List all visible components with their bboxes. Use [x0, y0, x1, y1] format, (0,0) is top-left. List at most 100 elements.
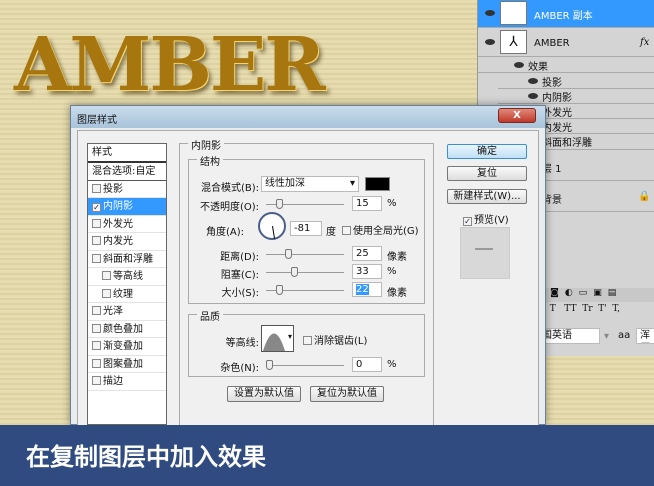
dialog-body: 样式 混合选项:自定 投影 ✓ 内阴影 外发光 内发光 斜面和浮雕 等高线 纹理 光泽 颜色叠加渐… — [77, 130, 539, 428]
style-checkbox[interactable] — [92, 306, 101, 315]
style-checkbox[interactable] — [102, 288, 111, 298]
effect-row[interactable]: 投影 — [498, 74, 654, 89]
new-style-button[interactable]: 新建样式(W)... — [447, 189, 527, 204]
unit: % — [387, 359, 397, 370]
chevron-down-icon[interactable]: ▾ — [604, 331, 609, 342]
close-button[interactable]: X — [498, 108, 536, 123]
style-item-label: 颜色叠加 — [103, 323, 143, 335]
style-preview-thumbnail — [460, 227, 510, 279]
eye-icon[interactable] — [528, 78, 538, 84]
font-style-buttons[interactable]: T T TT Tr T' T, — [538, 304, 620, 314]
chevron-down-icon: ▾ — [287, 332, 292, 341]
style-item-label: 外发光 — [103, 218, 133, 230]
amber-logo: AMBER — [14, 22, 326, 108]
noise-label: 杂色(N): — [220, 363, 259, 374]
style-item[interactable]: 等高线 — [88, 268, 166, 286]
unit: 像素 — [387, 288, 407, 299]
style-item[interactable]: 外发光 — [88, 216, 166, 233]
distance-slider[interactable] — [266, 254, 344, 255]
layer-row-amber[interactable]: ⅄ AMBER fx — [478, 29, 654, 57]
preview-checkbox[interactable]: ✓ 预览(V) — [463, 211, 509, 226]
style-item-label: 渐变叠加 — [103, 341, 143, 352]
effect-row[interactable]: 内阴影 — [498, 89, 654, 104]
layer-thumbnail: ⅄ — [500, 30, 527, 54]
layer-thumbnail: ⅄ — [500, 1, 527, 25]
styles-list: 样式 混合选项:自定 投影 ✓ 内阴影外发光内发光斜面和浮雕等高线 纹理 光泽颜色叠加渐… — [87, 143, 167, 425]
contour-picker[interactable]: ▾ — [261, 325, 294, 352]
size-input[interactable]: 22 — [352, 282, 382, 297]
style-item[interactable]: 描边 — [88, 373, 166, 391]
style-item[interactable]: 投影 — [88, 181, 166, 198]
chevron-down-icon: ▾ — [349, 178, 355, 189]
layer-row-amber-copy[interactable]: ⅄ AMBER 副本 — [478, 0, 654, 28]
opacity-label: 不透明度(O): — [199, 202, 259, 213]
shadow-color-swatch[interactable] — [365, 177, 390, 191]
quality-title: 品质 — [197, 308, 223, 323]
reset-button[interactable]: 复位 — [447, 166, 527, 181]
choke-label: 阻塞(C): — [220, 270, 259, 281]
language-select[interactable]: 国英语 — [538, 328, 600, 344]
structure-title: 结构 — [197, 153, 223, 168]
ok-button[interactable]: 确定 — [447, 144, 527, 159]
style-checkbox[interactable] — [92, 218, 101, 228]
effects-row[interactable]: 效果 — [478, 58, 654, 73]
style-item[interactable]: 光泽 — [88, 303, 166, 321]
style-checkbox[interactable] — [92, 253, 101, 263]
inner-shadow-section: 内阴影 结构 混合模式(B): 线性加深 ▾ 不透明度(O): 15 % 角度(A… — [179, 137, 434, 428]
blend-options-item[interactable]: 混合选项:自定 — [88, 163, 166, 181]
style-item[interactable]: 纹理 — [88, 286, 166, 303]
style-item-label: 斜面和浮雕 — [103, 253, 153, 265]
eye-icon[interactable] — [514, 62, 524, 68]
eye-icon[interactable] — [485, 39, 495, 45]
distance-input[interactable]: 25 — [352, 246, 382, 261]
style-item[interactable]: 内发光 — [88, 233, 166, 251]
style-item[interactable]: 渐变叠加 — [88, 338, 166, 356]
antialias-icon: aa — [618, 330, 631, 341]
style-item[interactable]: ✓ 内阴影 — [88, 198, 166, 216]
choke-slider-thumb[interactable] — [291, 267, 298, 277]
contour-label: 等高线: — [225, 338, 259, 349]
style-item-label: 内发光 — [103, 236, 133, 247]
angle-dial[interactable] — [258, 212, 286, 240]
noise-slider[interactable] — [266, 365, 344, 366]
unit: 像素 — [387, 252, 407, 263]
unit: 度 — [326, 227, 336, 238]
style-checkbox[interactable] — [92, 323, 101, 333]
choke-slider[interactable] — [266, 272, 344, 273]
choke-input[interactable]: 33 — [352, 264, 382, 279]
reset-default-button[interactable]: 复位为默认值 — [310, 386, 384, 402]
section-title: 内阴影 — [188, 137, 224, 152]
global-light-checkbox[interactable]: 使用全局光(G) — [342, 222, 419, 237]
angle-label: 角度(A): — [205, 227, 244, 238]
distance-slider-thumb[interactable] — [285, 249, 292, 259]
size-slider-thumb[interactable] — [276, 285, 283, 295]
title-bar[interactable]: 图层样式 X — [71, 106, 545, 128]
style-checkbox[interactable] — [102, 271, 111, 280]
antialias-select[interactable]: 浑厚 — [636, 328, 654, 344]
eye-icon[interactable] — [485, 10, 495, 16]
blend-mode-select[interactable]: 线性加深 ▾ — [261, 176, 359, 192]
unit: % — [387, 198, 397, 209]
style-checkbox[interactable]: ✓ — [92, 203, 101, 212]
style-checkbox[interactable] — [92, 376, 101, 385]
style-item[interactable]: 图案叠加 — [88, 356, 166, 373]
style-checkbox[interactable] — [92, 358, 101, 368]
style-checkbox[interactable] — [92, 341, 101, 350]
opacity-slider-thumb[interactable] — [276, 199, 283, 209]
effect-label: 内阴影 — [542, 93, 572, 104]
eye-icon[interactable] — [528, 93, 538, 99]
layers-toolbar[interactable]: ▫◙◐▭▣▤ — [538, 288, 654, 302]
styles-header[interactable]: 样式 — [88, 144, 166, 163]
style-checkbox[interactable] — [92, 236, 101, 245]
angle-input[interactable]: -81 — [290, 221, 322, 236]
set-default-button[interactable]: 设置为默认值 — [227, 386, 301, 402]
antialias-checkbox[interactable]: 消除锯齿(L) — [303, 332, 367, 347]
opacity-input[interactable]: 15 — [352, 196, 382, 211]
style-item[interactable]: 斜面和浮雕 — [88, 251, 166, 268]
noise-input[interactable]: 0 — [352, 357, 382, 372]
style-item[interactable]: 颜色叠加 — [88, 321, 166, 338]
noise-slider-thumb[interactable] — [266, 360, 273, 370]
unit: % — [387, 266, 397, 277]
style-checkbox[interactable] — [92, 183, 101, 193]
layer-style-dialog: 图层样式 X 样式 混合选项:自定 投影 ✓ 内阴影 外发光 内发光 斜面和浮雕 等高线 纹理… — [70, 105, 546, 428]
